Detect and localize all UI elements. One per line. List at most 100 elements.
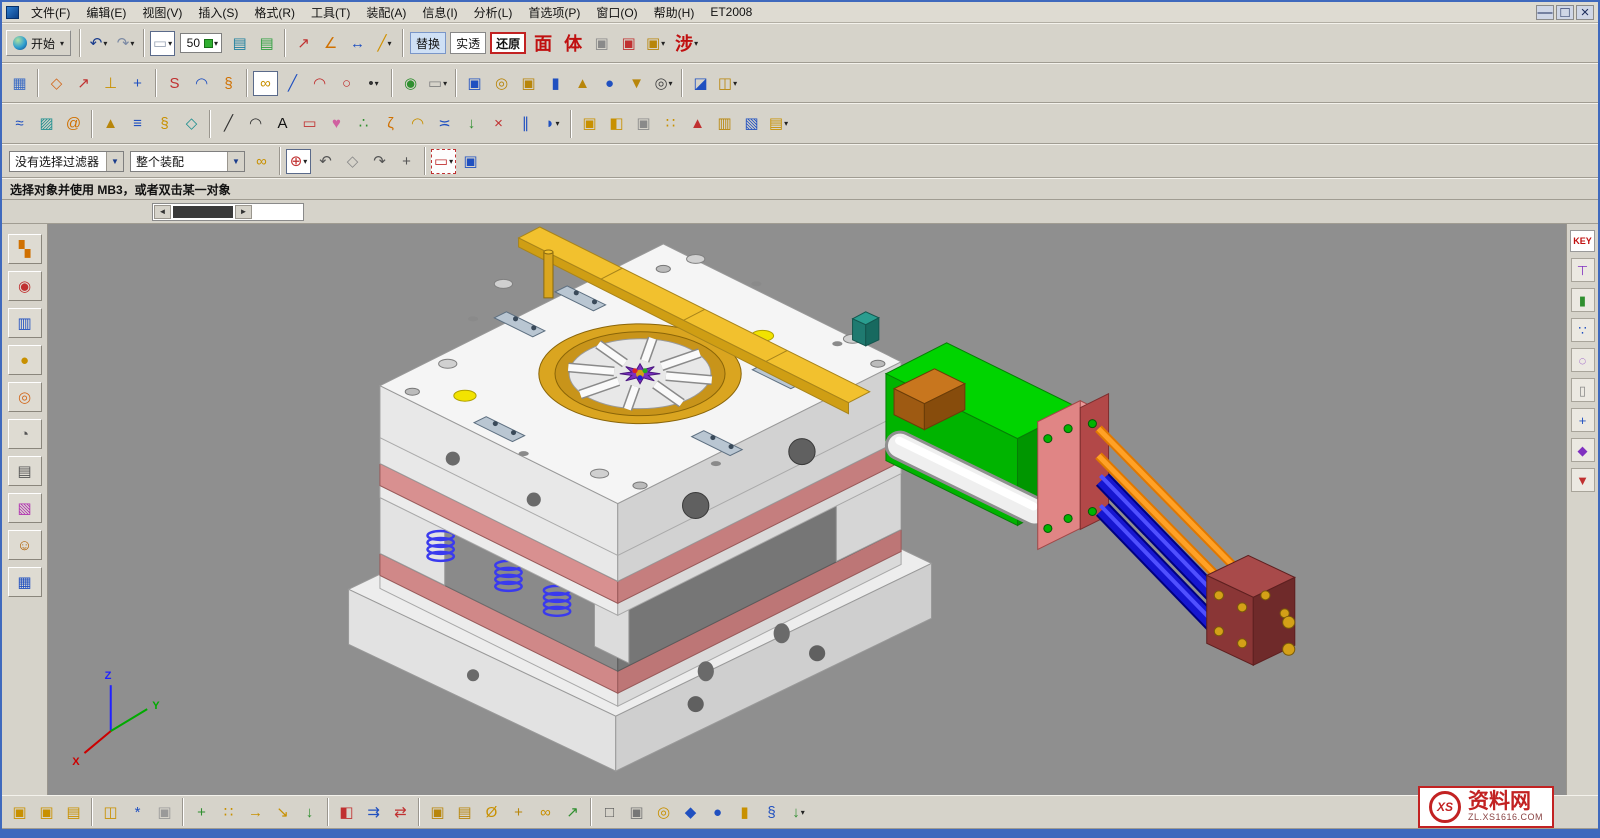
menu-item-6[interactable]: 装配(A) <box>358 2 414 23</box>
display-mode-swatch[interactable]: ▭▾ <box>150 31 175 56</box>
ball-part-icon[interactable]: ● <box>705 800 730 825</box>
face-display-button[interactable]: 面 <box>530 32 556 54</box>
n-sided-surface-icon[interactable]: ◇ <box>179 111 204 136</box>
cylinder-icon[interactable]: ▮ <box>543 71 568 96</box>
revert-button[interactable]: 还原 <box>490 32 526 54</box>
undo-icon-dropdown[interactable]: ▾ <box>103 39 107 48</box>
datum-drop-icon-dropdown[interactable]: ▾ <box>801 808 805 817</box>
measure-vector-icon[interactable]: ↗ <box>291 31 316 56</box>
orient-view-icon[interactable]: ↶ <box>313 149 338 174</box>
explode-assembly-icon[interactable]: * <box>125 800 150 825</box>
teal-limit-block[interactable] <box>853 312 879 346</box>
cylinder-part-icon[interactable]: ▯ <box>1571 378 1595 402</box>
restore-button[interactable]: □ <box>1556 5 1574 20</box>
ruled-surface-icon[interactable]: ▲ <box>98 111 123 136</box>
pan-view-icon[interactable]: + <box>394 149 419 174</box>
redo-icon[interactable]: ↷▾ <box>113 31 138 56</box>
sphere-set-icon[interactable]: ∵ <box>1571 318 1595 342</box>
new-component-icon[interactable]: ▣ <box>7 800 32 825</box>
menu-item-5[interactable]: 工具(T) <box>303 2 358 23</box>
rectangle-select-icon[interactable]: ▭▾ <box>431 149 456 174</box>
replace-component-icon[interactable]: ▤ <box>61 800 86 825</box>
mesh-surface-icon[interactable]: ▨ <box>34 111 59 136</box>
measure-length-icon[interactable]: ╱▾ <box>372 31 397 56</box>
ring-part-icon[interactable]: ◎ <box>651 800 676 825</box>
display-mode-swatch-dropdown[interactable]: ▾ <box>168 39 172 48</box>
gold-solid-icon[interactable]: ▣▾ <box>643 31 668 56</box>
point2-icon-dropdown[interactable]: ▾ <box>375 79 379 88</box>
section-curve-icon[interactable]: ∥ <box>513 111 538 136</box>
datum-drop-icon[interactable]: ↓▾ <box>786 800 811 825</box>
conic-icon[interactable]: ◠ <box>189 71 214 96</box>
sphere-tool-icon[interactable]: ● <box>597 71 622 96</box>
wave-interpart-icon[interactable]: ▤ <box>452 800 477 825</box>
hole-icon-dropdown[interactable]: ▾ <box>669 79 673 88</box>
sheet-body-icon-dropdown[interactable]: ▾ <box>443 79 447 88</box>
menu-item-2[interactable]: 视图(V) <box>134 2 190 23</box>
bridge-curve-icon[interactable]: ◠ <box>405 111 430 136</box>
selection-filter-select[interactable]: 没有选择过滤器 ▼ <box>9 151 124 172</box>
droplet-icon-dropdown[interactable]: ▾ <box>556 119 560 128</box>
block-icon[interactable]: ▣ <box>516 71 541 96</box>
offset-surface-icon[interactable]: ▤▾ <box>766 111 791 136</box>
helix-icon[interactable]: § <box>216 71 241 96</box>
unite-icon[interactable]: ◉ <box>398 71 423 96</box>
mold-part-icon[interactable]: ◆ <box>1571 438 1595 462</box>
studio-spline-icon[interactable]: ♥ <box>324 111 349 136</box>
scale-select[interactable]: 50 ▾ <box>180 33 222 53</box>
wave-link-icon[interactable]: ∞ <box>253 71 278 96</box>
array-feature-icon[interactable]: ∷ <box>658 111 683 136</box>
polyline-icon[interactable]: ζ <box>378 111 403 136</box>
scroll-right-button[interactable]: ► <box>235 205 252 219</box>
thicken-icon[interactable]: ▧ <box>739 111 764 136</box>
split-body-icon-dropdown[interactable]: ▾ <box>733 79 737 88</box>
selection-filter-arrow[interactable]: ▼ <box>106 152 123 171</box>
scale-dropdown[interactable]: ▾ <box>214 39 218 48</box>
gem-part-icon[interactable]: ◆ <box>678 800 703 825</box>
assemble-icon[interactable]: ↘ <box>270 800 295 825</box>
pill-part-icon[interactable]: ▮ <box>1571 288 1595 312</box>
minimize-button[interactable]: — <box>1536 5 1554 20</box>
translucent-button[interactable]: 实透 <box>450 32 486 54</box>
menu-item-0[interactable]: 文件(F) <box>23 2 78 23</box>
point-set-icon[interactable]: ∴ <box>351 111 376 136</box>
rotate-view-icon[interactable]: ↷ <box>367 149 392 174</box>
shaded-cube-icon[interactable]: ◇ <box>340 149 365 174</box>
selection-scope-select[interactable]: 整个装配 ▼ <box>130 151 245 172</box>
trim-body-icon[interactable]: ◪ <box>688 71 713 96</box>
scroll-left-button[interactable]: ◄ <box>154 205 171 219</box>
create-new-icon[interactable]: + <box>189 800 214 825</box>
palette-icon[interactable]: ▧ <box>8 493 42 523</box>
pair-components-icon[interactable]: ◫ <box>98 800 123 825</box>
revolve-icon[interactable]: ◎ <box>489 71 514 96</box>
white-block-icon[interactable]: □ <box>597 800 622 825</box>
scroll-down-icon[interactable]: ▼ <box>1571 468 1595 492</box>
sheet-body-icon[interactable]: ▭▾ <box>425 71 450 96</box>
copy-display-icon[interactable]: ▣ <box>589 31 614 56</box>
mirror-assembly-icon[interactable]: ◧ <box>334 800 359 825</box>
datum-csys-icon[interactable]: ⊥ <box>98 71 123 96</box>
interference-button-dropdown[interactable]: ▾ <box>694 38 698 48</box>
intersect-curve-icon[interactable]: × <box>486 111 511 136</box>
datum-axis-icon[interactable]: ↗ <box>71 71 96 96</box>
menu-item-1[interactable]: 编辑(E) <box>78 2 134 23</box>
cone-icon[interactable]: ▲ <box>570 71 595 96</box>
work-layer-icon[interactable]: ▤ <box>227 31 252 56</box>
menu-item-11[interactable]: 帮助(H) <box>646 2 703 23</box>
line-tool-icon[interactable]: ╱ <box>280 71 305 96</box>
pin-part-icon[interactable]: ▮ <box>732 800 757 825</box>
touch-icon[interactable]: ▦ <box>8 567 42 597</box>
start-button[interactable]: 开始 ▾ <box>6 30 71 56</box>
scroll-thumb[interactable] <box>173 206 233 218</box>
rectangle-tool-icon[interactable]: ▭ <box>297 111 322 136</box>
split-body-icon[interactable]: ◫▾ <box>715 71 740 96</box>
through-curves-icon[interactable]: ≡ <box>125 111 150 136</box>
point2-icon[interactable]: •▾ <box>361 71 386 96</box>
cross-part-icon[interactable]: + <box>1571 408 1595 432</box>
fitting-icon[interactable]: Ø <box>479 800 504 825</box>
extrude-icon[interactable]: ▣ <box>462 71 487 96</box>
clip-part-icon[interactable]: § <box>759 800 784 825</box>
snap-point-icon-dropdown[interactable]: ▾ <box>303 157 307 166</box>
text-tool-icon[interactable]: A <box>270 111 295 136</box>
measure-angle-icon[interactable]: ∠ <box>318 31 343 56</box>
